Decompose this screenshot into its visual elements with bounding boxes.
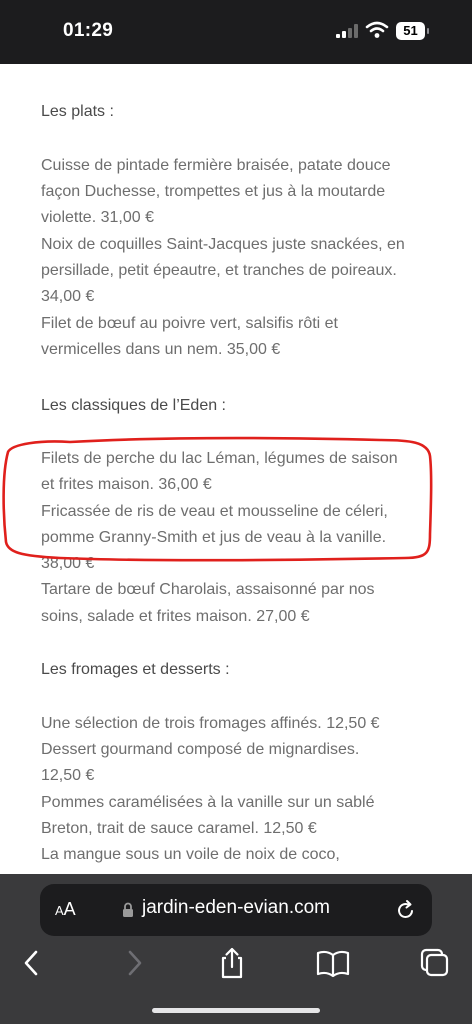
share-icon[interactable] [214,946,250,980]
reload-icon[interactable] [396,899,416,921]
menu-item-line: Dessert gourmand composé de mignardises. [41,741,360,758]
address-bar[interactable]: AA jardin-eden-evian.com [40,884,432,936]
wifi-icon [365,21,389,38]
status-time: 01:29 [63,20,114,41]
menu-item-line: La mangue sous un voile de noix de coco, [41,846,340,863]
battery-icon: 51 [396,22,425,40]
menu-item-line: 12,50 € [41,767,95,784]
section-title-fromages: Les fromages et desserts : [41,661,230,678]
reader-text-size-button[interactable]: AA [55,899,76,920]
section-title-plats: Les plats : [41,103,114,120]
menu-item-line: Pommes caramélisées à la vanille sur un … [41,794,375,811]
forward-icon[interactable] [116,946,152,980]
menu-item-line: Noix de coquilles Saint-Jacques juste sn… [41,236,405,253]
menu-item-line: Cuisse de pintade fermière braisée, pata… [41,157,391,174]
red-highlight-annotation [2,436,433,562]
menu-item-line: vermicelles dans un nem. 35,00 € [41,341,281,358]
cellular-signal-icon [336,24,358,38]
back-icon[interactable] [14,946,50,980]
home-indicator[interactable] [152,1008,320,1013]
menu-item-line: Tartare de bœuf Charolais, assaisonné pa… [41,581,375,598]
status-bar: 01:29 51 [0,0,472,64]
menu-item-line: Une sélection de trois fromages affinés.… [41,715,380,732]
tabs-icon[interactable] [416,946,452,980]
browser-toolbar: AA jardin-eden-evian.com [0,874,472,1024]
lock-icon [123,902,133,917]
menu-item-line: Filet de bœuf au poivre vert, salsifis r… [41,315,338,332]
bookmarks-icon[interactable] [315,946,351,980]
menu-item-line: Breton, trait de sauce caramel. 12,50 € [41,820,317,837]
menu-item-line: 34,00 € [41,288,95,305]
menu-item-line: façon Duchesse, trompettes et jus à la m… [41,183,386,200]
battery-cap [427,28,429,34]
url-text[interactable]: jardin-eden-evian.com [142,897,330,919]
menu-content: Les plats : Cuisse de pintade fermière b… [0,64,472,874]
menu-item-line: soins, salade et frites maison. 27,00 € [41,608,310,625]
menu-item-line: violette. 31,00 € [41,209,154,226]
section-title-classiques: Les classiques de l’Eden : [41,397,226,414]
menu-item-line: persillade, petit épeautre, et tranches … [41,262,397,279]
